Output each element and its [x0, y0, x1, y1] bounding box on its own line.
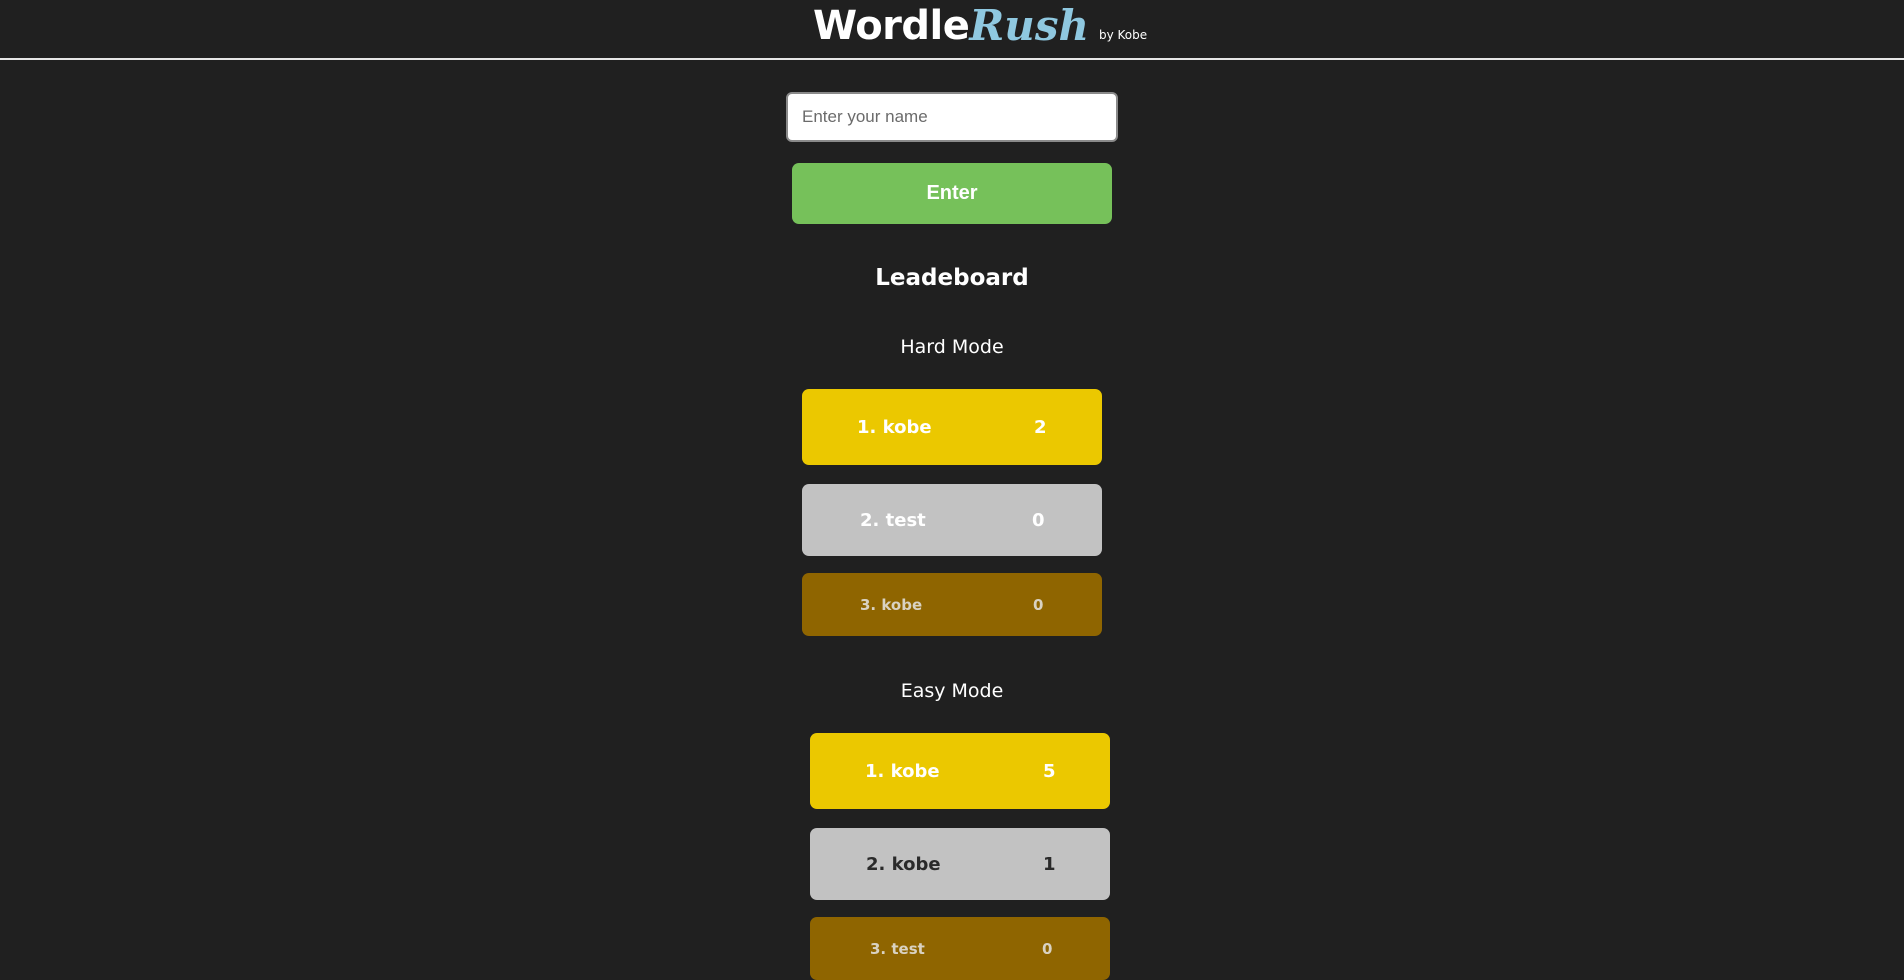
easy-rank-2-score: 1 — [1043, 853, 1056, 875]
hard-rank-1-score: 2 — [1034, 416, 1047, 438]
hard-rank-2-name: 2. test — [860, 509, 926, 531]
easy-rank-3-row: 3. test 0 — [810, 917, 1110, 980]
easy-rank-2-name: 2. kobe — [866, 853, 941, 875]
brand-logo[interactable]: Wordle Rush by Kobe — [813, 0, 1147, 58]
easy-rank-1-score: 5 — [1043, 760, 1056, 782]
hard-rank-3-name: 3. kobe — [860, 595, 923, 614]
name-input[interactable] — [786, 92, 1118, 142]
brand-title-accent: Rush — [969, 1, 1089, 50]
hard-mode-title: Hard Mode — [900, 336, 1004, 358]
brand-title-main: Wordle — [813, 3, 970, 49]
hard-rank-3-row: 3. kobe 0 — [802, 573, 1102, 636]
easy-rank-2-row: 2. kobe 1 — [810, 828, 1110, 900]
hard-rank-3-score: 0 — [1033, 595, 1044, 614]
hard-rank-1-name: 1. kobe — [857, 416, 932, 438]
easy-rank-1-name: 1. kobe — [865, 760, 940, 782]
easy-rank-3-name: 3. test — [870, 939, 925, 958]
easy-rank-3-score: 0 — [1042, 939, 1053, 958]
easy-rank-1-row: 1. kobe 5 — [810, 733, 1110, 809]
hard-rank-1-row: 1. kobe 2 — [802, 389, 1102, 465]
leaderboard-title: Leadeboard — [875, 265, 1029, 291]
header: Wordle Rush by Kobe — [0, 0, 1904, 60]
enter-button[interactable]: Enter — [792, 163, 1112, 224]
hard-rank-2-row: 2. test 0 — [802, 484, 1102, 556]
brand-author: by Kobe — [1099, 28, 1148, 42]
hard-rank-2-score: 0 — [1032, 509, 1045, 531]
easy-mode-title: Easy Mode — [900, 680, 1004, 702]
